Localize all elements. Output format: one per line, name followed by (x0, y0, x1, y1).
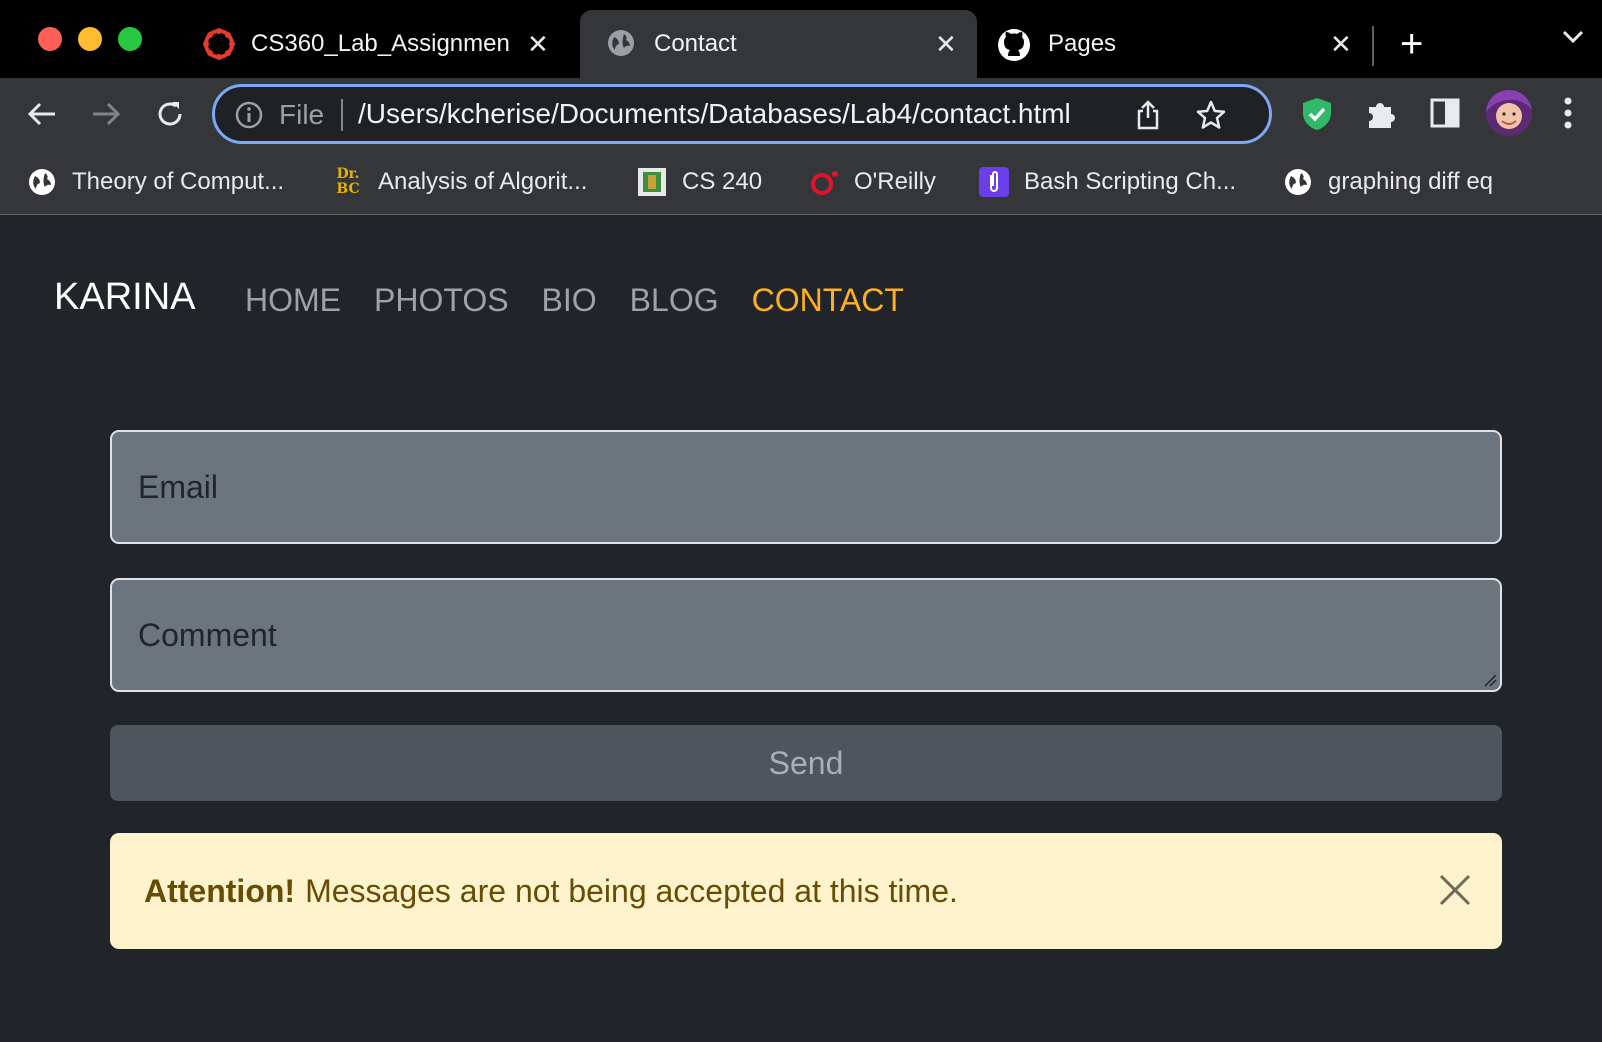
alert-title: Attention! (144, 872, 296, 909)
alert-message: Messages are not being accepted at this … (305, 872, 958, 909)
url-text[interactable]: /Users/kcherise/Documents/Databases/Lab4… (358, 98, 1071, 130)
address-bar[interactable]: File /Users/kcherise/Documents/Databases… (212, 84, 1272, 144)
share-icon[interactable] (1135, 99, 1161, 136)
nav-bio[interactable]: BIO (542, 282, 597, 319)
forward-button[interactable] (86, 94, 126, 134)
oreilly-icon (808, 166, 840, 198)
send-button[interactable]: Send (110, 725, 1502, 801)
tab-cs360[interactable]: CS360_Lab_Assignmen ✕ (195, 10, 565, 78)
browser-chrome: CS360_Lab_Assignmen ✕ Contact ✕ Pages ✕ … (0, 0, 1602, 216)
tab-title: Contact (654, 30, 737, 57)
bookmark-label: Bash Scripting Ch... (1024, 168, 1237, 195)
site-nav: HOME PHOTOS BIO BLOG CONTACT (245, 282, 937, 319)
nav-contact[interactable]: CONTACT (752, 282, 904, 319)
paperclip-icon (978, 166, 1010, 198)
puzzle-icon[interactable] (1366, 96, 1398, 135)
globe-icon (1282, 166, 1314, 198)
attention-alert: Attention! Messages are not being accept… (110, 833, 1502, 949)
page-content: KARINA HOME PHOTOS BIO BLOG CONTACT Emai… (0, 216, 1602, 1042)
tab-title: CS360_Lab_Assignmen (251, 30, 510, 57)
tab-contact[interactable]: Contact ✕ (580, 10, 977, 78)
bookmark-theory[interactable]: Theory of Comput... (26, 162, 284, 202)
tab-search-button[interactable] (1562, 30, 1584, 49)
drbc-icon: Dr. BC (336, 166, 360, 197)
nav-photos[interactable]: PHOTOS (374, 282, 509, 319)
shield-icon[interactable] (1300, 96, 1334, 137)
reload-button[interactable] (150, 94, 190, 134)
reload-icon (158, 102, 182, 126)
info-icon[interactable] (235, 101, 263, 134)
bookmark-label: Theory of Comput... (72, 168, 285, 195)
globe-icon (606, 28, 636, 65)
resize-handle-icon[interactable] (1483, 673, 1497, 687)
arrow-right-icon (93, 102, 121, 126)
chip-icon (636, 166, 668, 198)
star-icon[interactable] (1195, 99, 1227, 136)
email-placeholder: Email (138, 468, 219, 505)
scheme-label: File (279, 99, 325, 130)
bookmark-cs240[interactable]: CS 240 (636, 162, 762, 202)
email-field[interactable]: Email (110, 430, 1502, 544)
close-window-button[interactable] (38, 27, 62, 51)
bookmark-algorithms[interactable]: Dr. BC Analysis of Algorit... (332, 162, 587, 202)
comment-field[interactable]: Comment (110, 578, 1502, 692)
tab-strip: CS360_Lab_Assignmen ✕ Contact ✕ Pages ✕ … (0, 0, 1602, 78)
avatar[interactable] (1486, 90, 1532, 136)
close-icon[interactable]: ✕ (1330, 29, 1352, 60)
bookmarks-bar: Theory of Comput... Dr. BC Analysis of Al… (0, 150, 1602, 215)
address-divider (341, 99, 343, 131)
nav-home[interactable]: HOME (245, 282, 341, 319)
site-brand[interactable]: KARINA (54, 276, 195, 319)
canvas-logo-icon (203, 28, 235, 67)
bookmark-graphing[interactable]: graphing diff eq (1282, 162, 1493, 202)
close-icon[interactable]: ✕ (935, 29, 957, 60)
nav-blog[interactable]: BLOG (630, 282, 719, 319)
bookmark-label: Analysis of Algorit... (378, 168, 588, 195)
menu-icon[interactable] (1564, 96, 1572, 135)
minimize-window-button[interactable] (78, 27, 102, 51)
github-icon (997, 28, 1031, 69)
globe-icon (26, 166, 58, 198)
tab-pages[interactable]: Pages ✕ (995, 10, 1355, 78)
browser-toolbar: File /Users/kcherise/Documents/Databases… (0, 78, 1602, 150)
close-icon[interactable] (1438, 873, 1472, 915)
bookmark-label: graphing diff eq (1328, 168, 1494, 195)
close-icon[interactable]: ✕ (527, 29, 549, 60)
back-button[interactable] (22, 94, 62, 134)
bookmark-bash[interactable]: Bash Scripting Ch... (978, 162, 1236, 202)
side-panel-icon[interactable] (1430, 98, 1460, 133)
zoom-window-button[interactable] (118, 27, 142, 51)
arrow-left-icon (27, 102, 55, 126)
tab-separator (1372, 26, 1374, 66)
tab-title: Pages (1048, 30, 1117, 57)
chevron-down-icon (1562, 30, 1584, 44)
comment-placeholder: Comment (138, 616, 277, 653)
bookmark-oreilly[interactable]: O'Reilly (808, 162, 936, 202)
bookmark-label: O'Reilly (854, 168, 936, 195)
bookmark-label: CS 240 (682, 168, 763, 195)
new-tab-button[interactable]: + (1400, 20, 1423, 68)
